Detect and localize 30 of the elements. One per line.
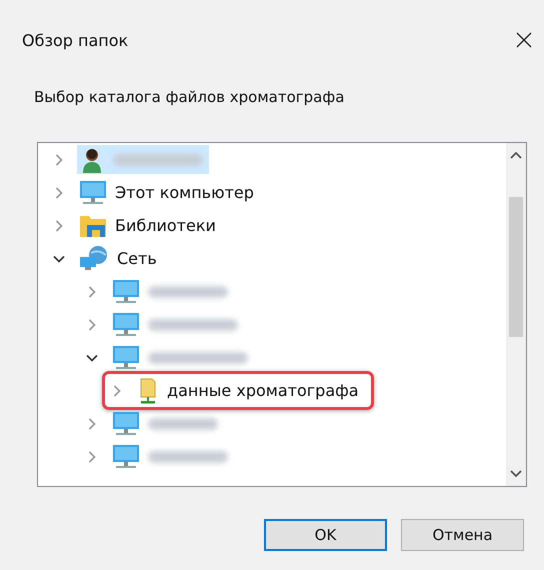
chevron-right-icon[interactable] — [86, 318, 98, 330]
vertical-scrollbar[interactable] — [506, 143, 526, 486]
chevron-right-icon[interactable] — [53, 154, 65, 166]
selected-tree-item[interactable] — [77, 145, 209, 174]
prompt-text: Выбор каталога файлов хроматографа — [33, 87, 346, 108]
tree-item-label[interactable]: Библиотеки — [115, 216, 216, 235]
scroll-down-icon[interactable] — [510, 468, 522, 478]
chevron-right-icon[interactable] — [111, 384, 123, 396]
ok-button[interactable]: OK — [264, 519, 387, 551]
monitor-icon — [112, 312, 140, 338]
monitor-icon — [79, 180, 107, 206]
window-title: Обзор папок — [22, 30, 128, 50]
tree-item-label[interactable]: Сеть — [117, 249, 157, 268]
network-icon — [79, 246, 109, 272]
chevron-right-icon[interactable] — [86, 450, 98, 462]
monitor-icon — [112, 344, 140, 370]
monitor-icon — [112, 444, 140, 470]
monitor-icon — [112, 410, 140, 436]
redacted-label — [148, 418, 218, 430]
monitor-icon — [112, 278, 140, 304]
chevron-right-icon[interactable] — [86, 418, 98, 430]
scroll-up-icon[interactable] — [510, 151, 522, 161]
tree-item-label[interactable]: данные хроматографа — [167, 381, 359, 400]
cancel-button[interactable]: Отмена — [401, 519, 524, 551]
close-icon[interactable] — [516, 32, 532, 48]
tree-item-label[interactable]: Этот компьютер — [115, 183, 254, 202]
chevron-right-icon[interactable] — [53, 186, 65, 198]
chevron-right-icon[interactable] — [86, 286, 98, 298]
chevron-right-icon[interactable] — [53, 220, 65, 232]
scrollbar-thumb[interactable] — [509, 197, 523, 337]
